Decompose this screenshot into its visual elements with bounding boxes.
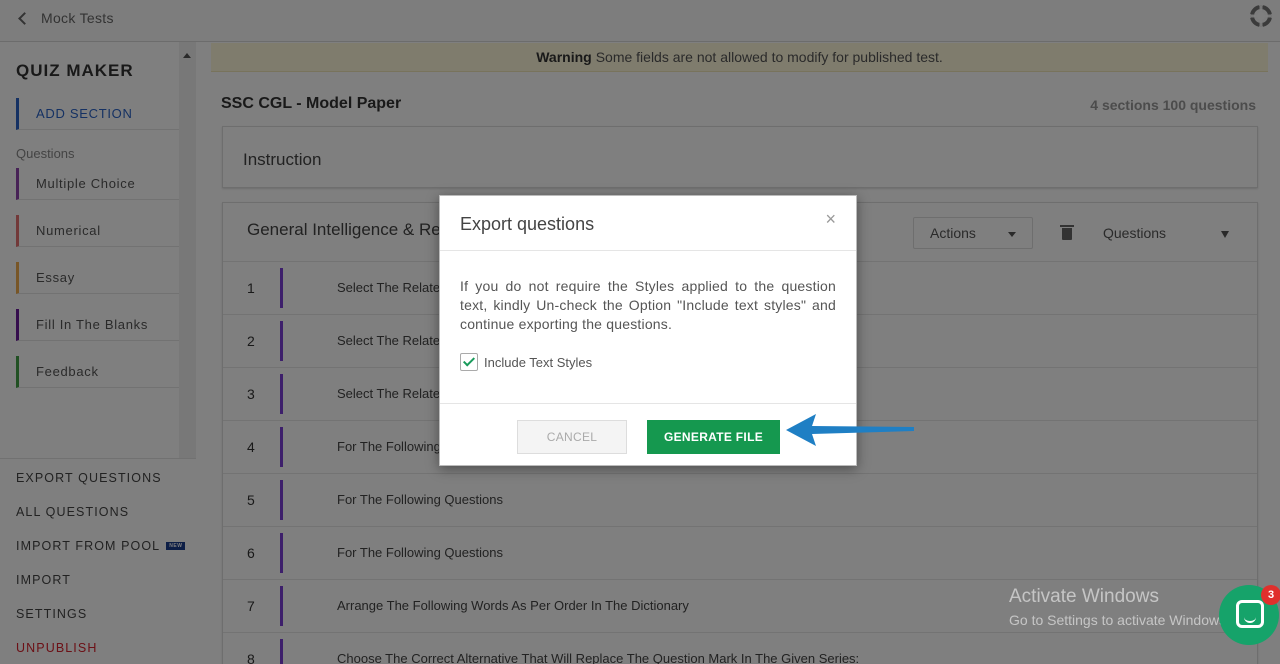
include-text-styles-checkbox[interactable] (460, 353, 478, 371)
dialog-message: If you do not require the Styles applied… (460, 278, 836, 332)
include-text-styles-option[interactable]: Include Text Styles (460, 353, 592, 371)
generate-file-button[interactable]: GENERATE FILE (647, 420, 780, 454)
dialog-header: Export questions × (440, 196, 856, 251)
chat-unread-badge: 3 (1261, 585, 1280, 605)
watermark-line1: Activate Windows (1009, 586, 1159, 607)
watermark-line2: Go to Settings to activate Windows. (1009, 612, 1230, 628)
activate-windows-watermark: Activate Windows Go to Settings to activ… (1009, 586, 1230, 628)
pointer-arrow-icon (786, 414, 914, 446)
cancel-button[interactable]: CANCEL (517, 420, 627, 454)
close-icon[interactable]: × (825, 209, 836, 229)
dialog-title: Export questions (460, 214, 595, 234)
chat-bubble-icon (1236, 600, 1264, 628)
include-text-styles-label[interactable]: Include Text Styles (484, 355, 592, 370)
